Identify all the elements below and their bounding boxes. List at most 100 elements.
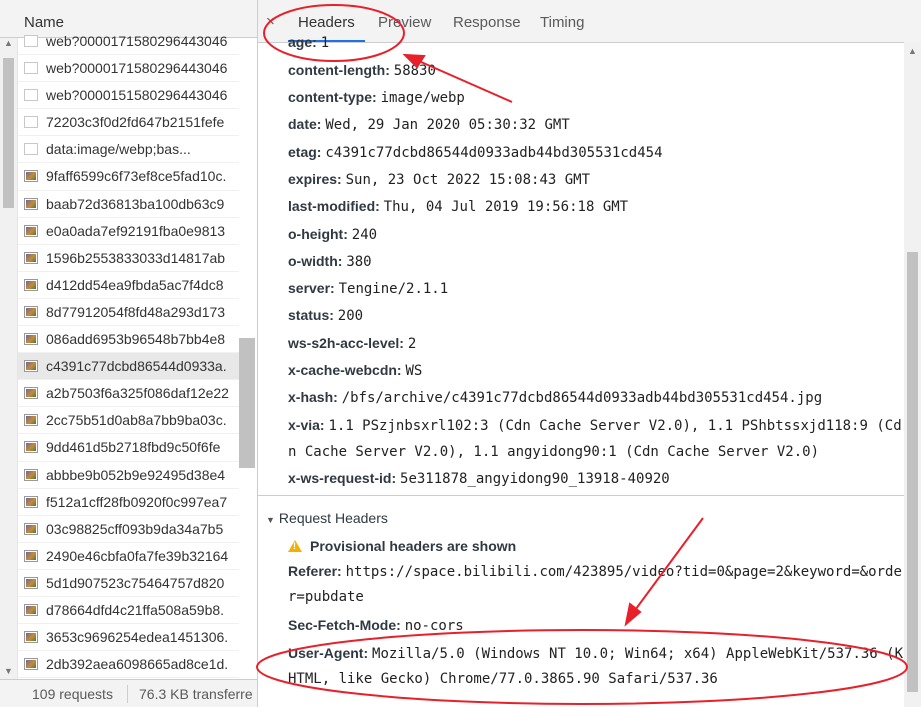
image-file-icon <box>24 278 38 291</box>
request-name: f512a1cff28fb0920f0c997ea7 <box>46 493 228 510</box>
list-scrollbar-thumb[interactable] <box>239 338 255 468</box>
header-value: 5e311878_angyidong90_13918-40920 <box>400 471 670 487</box>
detail-vertical-scrollbar[interactable]: ▲ <box>904 42 921 707</box>
scroll-up-icon[interactable]: ▲ <box>4 38 13 48</box>
request-row[interactable]: web?0000171580296443046 <box>17 28 239 56</box>
request-row[interactable]: 8d77912054f8fd48a293d173 <box>17 299 239 327</box>
header-value: /bfs/archive/c4391c77dcbd86544d0933adb44… <box>341 390 823 406</box>
tab-headers-label: Headers <box>298 14 355 31</box>
request-row[interactable]: 2cc75b51d0ab8a7bb9ba03c. <box>17 407 239 435</box>
tab-response[interactable]: Response <box>453 14 521 31</box>
request-row[interactable]: 086add6953b96548b7bb4e8 <box>17 326 239 354</box>
request-name: e0a0ada7ef92191fba0e9813 <box>46 222 226 239</box>
response-header-row: content-type: image/webp <box>288 89 465 106</box>
image-file-icon <box>24 224 38 237</box>
header-value: Tengine/2.1.1 <box>338 281 449 297</box>
header-key: content-type: <box>288 89 377 105</box>
list-right-scrollbar[interactable] <box>239 38 256 679</box>
scroll-down-icon[interactable]: ▼ <box>4 666 13 676</box>
header-value-continuation: n Cache Server V2.0), 1.1 angyidong90:1 … <box>288 444 820 460</box>
header-key: expires: <box>288 171 342 187</box>
document-icon <box>24 89 38 102</box>
scroll-up-icon[interactable]: ▲ <box>908 46 917 56</box>
response-header-row: o-height: 240 <box>288 226 377 243</box>
request-name: baab72d36813ba100db63c9 <box>46 195 225 212</box>
tab-preview[interactable]: Preview <box>378 14 431 31</box>
request-name: web?0000171580296443046 <box>46 33 228 49</box>
header-key: Sec-Fetch-Mode: <box>288 617 401 633</box>
request-row[interactable]: abbbe9b052b9e92495d38e4 <box>17 462 239 489</box>
request-name: 8d77912054f8fd48a293d173 <box>46 303 226 320</box>
request-name: 3653c9696254edea1451306. <box>46 629 229 646</box>
request-row[interactable]: web?0000171580296443046 <box>17 55 239 83</box>
header-key: last-modified: <box>288 198 380 214</box>
status-footer: 109 requests 76.3 KB transferre <box>0 679 257 707</box>
image-file-icon <box>24 603 38 616</box>
image-file-icon <box>24 576 38 589</box>
header-value: 2 <box>407 336 417 352</box>
image-file-icon <box>24 197 38 210</box>
header-value: Thu, 04 Jul 2019 19:56:18 GMT <box>383 199 629 215</box>
header-value: WS <box>405 363 423 379</box>
request-row[interactable]: 1596b2553833033d14817ab <box>17 245 239 272</box>
request-row[interactable]: 9faff6599c6f73ef8ce5fad10c. <box>17 163 239 191</box>
header-value: 380 <box>346 254 372 270</box>
request-name: c4391c77dcbd86544d0933a. <box>46 358 227 375</box>
request-row[interactable]: 9dd461d5b2718fbd9c50f6fe <box>17 434 239 462</box>
section-divider <box>258 495 904 496</box>
request-row[interactable]: a2b7503f6a325f086daf12e22 <box>17 380 239 408</box>
request-name: d78664dfd4c21ffa508a59b8. <box>46 601 225 618</box>
image-file-icon <box>24 305 38 318</box>
request-list-panel: Name web?0000171580296443046 web?00001715… <box>0 0 258 707</box>
request-row[interactable]: 3653c9696254edea1451306. <box>17 624 239 652</box>
provisional-headers-warning: Provisional headers are shown <box>288 538 516 554</box>
request-row[interactable]: e0a0ada7ef92191fba0e9813 <box>17 218 239 245</box>
request-name: abbbe9b052b9e92495d38e4 <box>46 466 226 483</box>
header-key: server: <box>288 280 335 296</box>
response-header-row: etag: c4391c77dcbd86544d0933adb44bd30553… <box>288 144 663 161</box>
tab-headers[interactable]: Headers <box>288 14 365 42</box>
headers-detail-panel: × Headers Preview Response Timing age: 1… <box>258 0 921 707</box>
header-key: date: <box>288 116 322 132</box>
close-icon[interactable]: × <box>266 13 275 30</box>
triangle-down-icon[interactable]: ▼ <box>266 515 275 525</box>
request-count: 109 requests <box>32 686 113 702</box>
image-file-icon <box>24 414 38 427</box>
image-file-icon <box>24 251 38 264</box>
warning-icon <box>288 540 302 552</box>
request-row[interactable]: 2db392aea6098665ad8ce1d. <box>17 651 239 679</box>
request-row[interactable]: c4391c77dcbd86544d0933a. <box>17 353 239 381</box>
request-row[interactable]: 2490e46cbfa0fa7fe39b32164 <box>17 543 239 570</box>
request-row[interactable]: 72203c3f0d2fd647b2151fefe <box>17 109 239 137</box>
header-value-continuation: r=pubdate <box>288 589 364 605</box>
image-file-icon <box>24 360 38 373</box>
request-row[interactable]: web?0000151580296443046 <box>17 82 239 110</box>
request-name: a2b7503f6a325f086daf12e22 <box>46 385 229 402</box>
header-key: Referer: <box>288 563 342 579</box>
detail-tab-bar: × Headers Preview Response Timing <box>258 0 921 43</box>
request-row[interactable]: data:image/webp;bas... <box>17 136 239 164</box>
image-file-icon <box>24 441 38 454</box>
header-value: 1 <box>320 35 330 51</box>
tab-timing[interactable]: Timing <box>540 14 584 31</box>
request-row[interactable]: baab72d36813ba100db63c9 <box>17 191 239 218</box>
request-header-row: Sec-Fetch-Mode: no-cors <box>288 617 464 634</box>
response-header-row: age: 1 <box>288 34 329 51</box>
request-row[interactable]: d412dd54ea9fbda5ac7f4dc8 <box>17 272 239 299</box>
header-value: no-cors <box>404 618 464 634</box>
header-key: x-ws-request-id: <box>288 470 397 486</box>
request-row[interactable]: 5d1d907523c75464757d820 <box>17 570 239 597</box>
header-value: 200 <box>337 308 364 324</box>
request-row[interactable]: 03c98825cff093b9da34a7b5 <box>17 516 239 543</box>
scrollbar-thumb[interactable] <box>3 58 14 208</box>
request-row[interactable]: d78664dfd4c21ffa508a59b8. <box>17 597 239 625</box>
response-header-row: x-ws-request-id: 5e311878_angyidong90_13… <box>288 470 670 487</box>
response-header-row: x-hash: /bfs/archive/c4391c77dcbd86544d0… <box>288 389 822 406</box>
left-vertical-scrollbar[interactable]: ▲ ▼ <box>0 38 18 679</box>
detail-scrollbar-thumb[interactable] <box>907 252 918 692</box>
response-header-row: ws-s2h-acc-level: 2 <box>288 335 416 352</box>
request-row[interactable]: f512a1cff28fb0920f0c997ea7 <box>17 489 239 516</box>
response-header-row: last-modified: Thu, 04 Jul 2019 19:56:18… <box>288 198 628 215</box>
response-header-row: x-via: 1.1 PSzjnbsxrl102:3 (Cdn Cache Se… <box>288 417 902 434</box>
request-headers-section-toggle[interactable]: ▼ Request Headers <box>266 510 388 526</box>
